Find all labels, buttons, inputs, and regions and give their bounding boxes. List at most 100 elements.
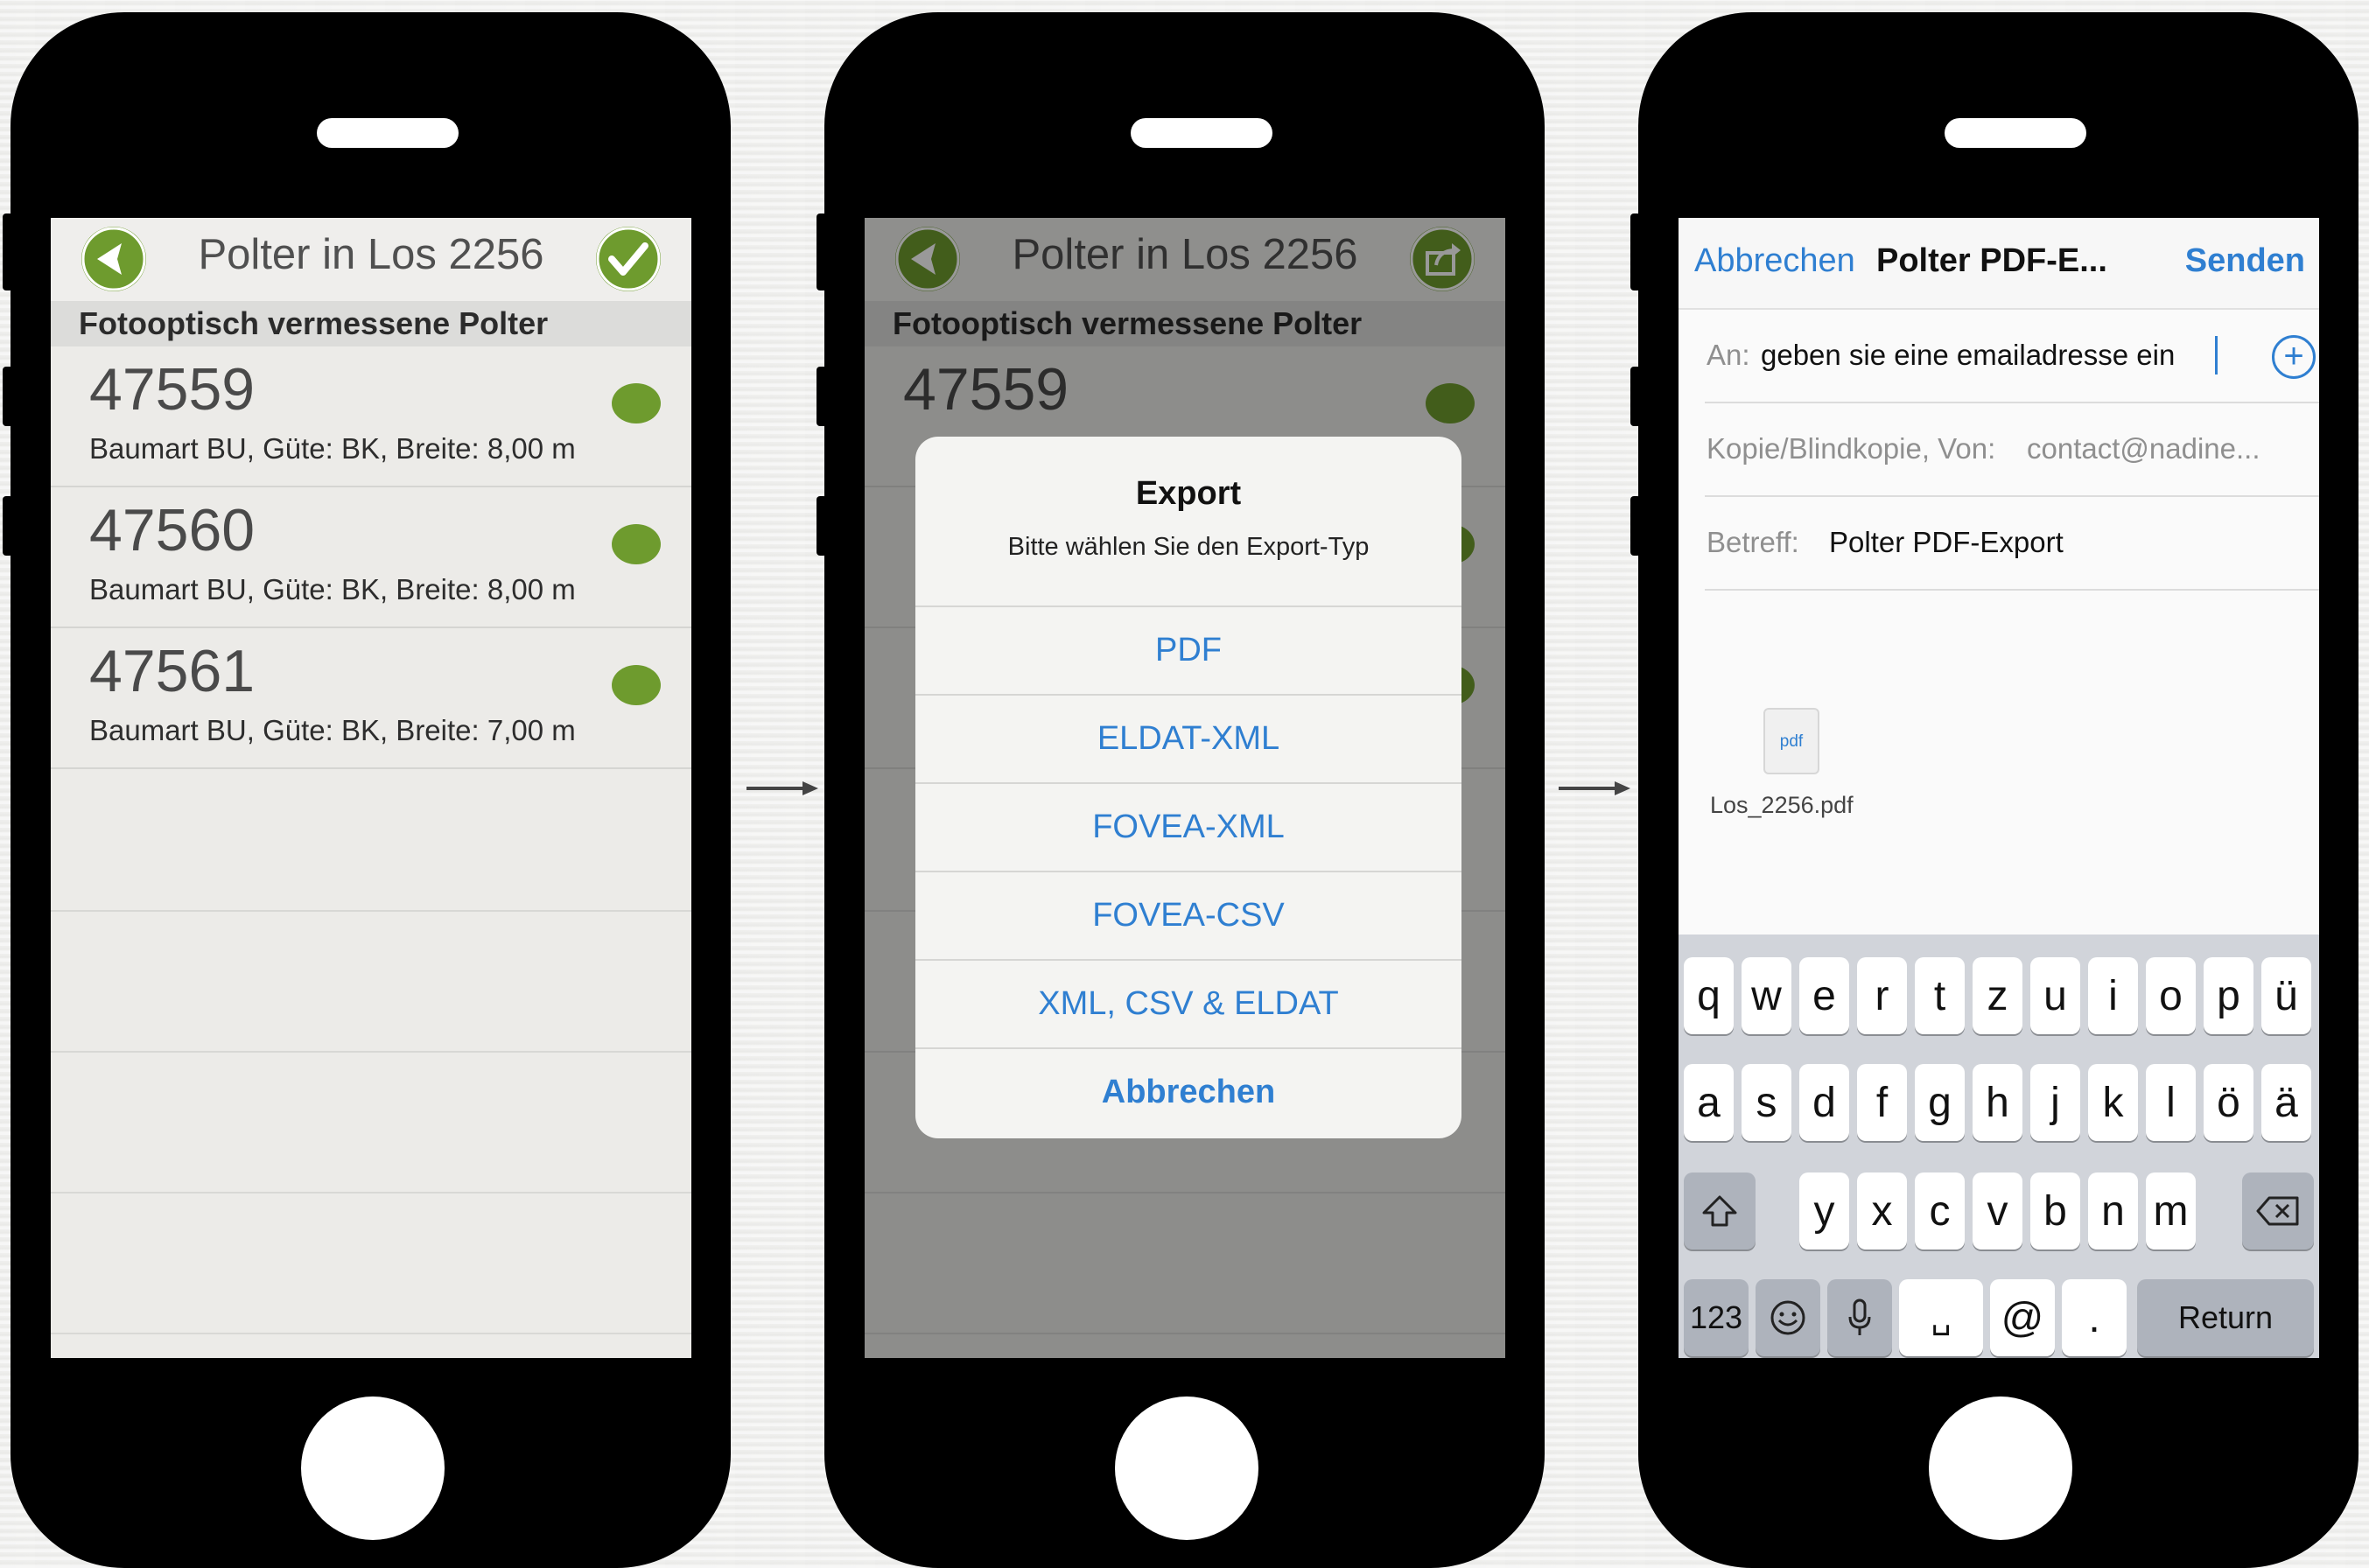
mail-title: Polter PDF-E... bbox=[1876, 242, 2107, 279]
to-input[interactable]: geben sie eine emailadresse ein bbox=[1761, 339, 2175, 372]
key[interactable]: x bbox=[1857, 1172, 1907, 1250]
file-type-label: pdf bbox=[1779, 732, 1804, 751]
mail-compose-screen: Abbrechen Polter PDF-E... Senden An: geb… bbox=[1679, 218, 2319, 1358]
microphone-icon bbox=[1848, 1298, 1871, 1335]
key[interactable]: t bbox=[1915, 957, 1965, 1034]
mute-switch bbox=[817, 214, 827, 290]
list-item[interactable]: 47559 Baumart BU, Güte: BK, Breite: 8,00… bbox=[51, 346, 691, 487]
key[interactable]: u bbox=[2030, 957, 2080, 1034]
plus-icon: + bbox=[2283, 337, 2304, 375]
key[interactable]: z bbox=[1973, 957, 2022, 1034]
pdf-file-icon[interactable]: pdf bbox=[1763, 708, 1819, 774]
shift-arrow-icon bbox=[1702, 1195, 1737, 1227]
earpiece-speaker bbox=[1945, 118, 2086, 148]
send-button[interactable]: Senden bbox=[2185, 242, 2305, 280]
dictation-key[interactable] bbox=[1827, 1279, 1892, 1356]
key[interactable]: ö bbox=[2204, 1064, 2253, 1141]
backspace-key[interactable] bbox=[2242, 1172, 2314, 1250]
item-number: 47560 bbox=[89, 497, 256, 564]
earpiece-speaker bbox=[1131, 118, 1272, 148]
subject-label: Betreff: bbox=[1707, 526, 1799, 558]
key[interactable]: m bbox=[2146, 1172, 2196, 1250]
at-key[interactable]: @ bbox=[1990, 1279, 2055, 1356]
key[interactable]: j bbox=[2030, 1064, 2080, 1141]
key[interactable]: a bbox=[1684, 1064, 1734, 1141]
emoji-key[interactable] bbox=[1756, 1279, 1820, 1356]
subject-input[interactable]: Polter PDF-Export bbox=[1829, 526, 2064, 559]
item-number: 47561 bbox=[89, 638, 256, 704]
key[interactable]: f bbox=[1857, 1064, 1907, 1141]
export-all-button[interactable]: XML, CSV & ELDAT bbox=[915, 959, 1461, 1047]
key[interactable]: i bbox=[2088, 957, 2138, 1034]
key[interactable]: q bbox=[1684, 957, 1734, 1034]
export-dialog: Export Bitte wählen Sie den Export-Typ P… bbox=[915, 437, 1461, 1138]
space-key[interactable]: ␣ bbox=[1899, 1279, 1983, 1356]
dialog-title: Export bbox=[1135, 475, 1242, 512]
export-fovea-xml-button[interactable]: FOVEA-XML bbox=[915, 782, 1461, 871]
to-field[interactable]: An: geben sie eine emailadresse ein + bbox=[1705, 310, 2319, 403]
dialog-message: Bitte wählen Sie den Export-Typ bbox=[1007, 533, 1370, 561]
key[interactable]: r bbox=[1857, 957, 1907, 1034]
status-dot bbox=[612, 665, 661, 705]
key[interactable]: ü bbox=[2261, 957, 2311, 1034]
key[interactable]: g bbox=[1915, 1064, 1965, 1141]
volume-up-button bbox=[3, 367, 13, 426]
key[interactable]: n bbox=[2088, 1172, 2138, 1250]
delete-backward-icon bbox=[2256, 1196, 2299, 1226]
key[interactable]: p bbox=[2204, 957, 2253, 1034]
key[interactable]: ä bbox=[2261, 1064, 2311, 1141]
cc-label: Kopie/Blindkopie, Von: bbox=[1707, 432, 1996, 465]
key[interactable]: e bbox=[1799, 957, 1849, 1034]
phone-frame-mail: Abbrechen Polter PDF-E... Senden An: geb… bbox=[1630, 12, 2358, 1568]
numbers-key[interactable]: 123 bbox=[1684, 1279, 1749, 1356]
shift-key[interactable] bbox=[1684, 1172, 1756, 1250]
arrow-left-icon bbox=[81, 227, 146, 291]
key[interactable]: l bbox=[2146, 1064, 2196, 1141]
emoji-icon bbox=[1770, 1300, 1805, 1335]
return-key[interactable]: Return bbox=[2137, 1279, 2314, 1356]
checkmark-icon bbox=[596, 227, 661, 291]
cancel-button[interactable]: Abbrechen bbox=[1694, 242, 1855, 280]
home-button[interactable] bbox=[1115, 1396, 1258, 1540]
subject-field[interactable]: Betreff: Polter PDF-Export bbox=[1705, 497, 2319, 591]
volume-up-button bbox=[817, 367, 827, 426]
key[interactable]: w bbox=[1742, 957, 1791, 1034]
divider bbox=[51, 1192, 691, 1194]
page-title: Polter in Los 2256 bbox=[198, 231, 544, 278]
export-screen: Polter in Los 2256 Fotooptisch vermessen… bbox=[865, 218, 1505, 1358]
divider bbox=[51, 1333, 691, 1334]
app-header: Polter in Los 2256 bbox=[51, 218, 691, 301]
export-eldat-xml-button[interactable]: ELDAT-XML bbox=[915, 694, 1461, 782]
key[interactable]: d bbox=[1799, 1064, 1849, 1141]
key[interactable]: c bbox=[1915, 1172, 1965, 1250]
key[interactable]: k bbox=[2088, 1064, 2138, 1141]
divider bbox=[51, 1051, 691, 1053]
back-button[interactable] bbox=[81, 227, 146, 291]
export-pdf-button[interactable]: PDF bbox=[915, 606, 1461, 694]
list-item[interactable]: 47561 Baumart BU, Güte: BK, Breite: 7,00… bbox=[51, 628, 691, 769]
key[interactable]: o bbox=[2146, 957, 2196, 1034]
export-fovea-csv-button[interactable]: FOVEA-CSV bbox=[915, 871, 1461, 959]
key[interactable]: h bbox=[1973, 1064, 2022, 1141]
key[interactable]: b bbox=[2030, 1172, 2080, 1250]
volume-down-button bbox=[817, 496, 827, 556]
key[interactable]: s bbox=[1742, 1064, 1791, 1141]
key[interactable]: y bbox=[1799, 1172, 1849, 1250]
arrow-right-icon bbox=[746, 781, 818, 795]
key[interactable]: v bbox=[1973, 1172, 2022, 1250]
list-item[interactable]: 47560 Baumart BU, Güte: BK, Breite: 8,00… bbox=[51, 487, 691, 628]
period-key[interactable]: . bbox=[2062, 1279, 2127, 1356]
attachment-filename: Los_2256.pdf bbox=[1710, 792, 1854, 818]
volume-down-button bbox=[3, 496, 13, 556]
home-button[interactable] bbox=[1929, 1396, 2072, 1540]
status-dot bbox=[612, 524, 661, 564]
home-button[interactable] bbox=[301, 1396, 445, 1540]
to-label: An: bbox=[1707, 339, 1750, 371]
add-contact-button[interactable]: + bbox=[2272, 335, 2316, 379]
section-header-label: Fotooptisch vermessene Polter bbox=[79, 305, 549, 341]
confirm-button[interactable] bbox=[596, 227, 661, 291]
mute-switch bbox=[3, 214, 13, 290]
cancel-button[interactable]: Abbrechen bbox=[915, 1047, 1461, 1136]
volume-up-button bbox=[1630, 367, 1641, 426]
cc-field[interactable]: Kopie/Blindkopie, Von: contact@nadine... bbox=[1705, 403, 2319, 497]
